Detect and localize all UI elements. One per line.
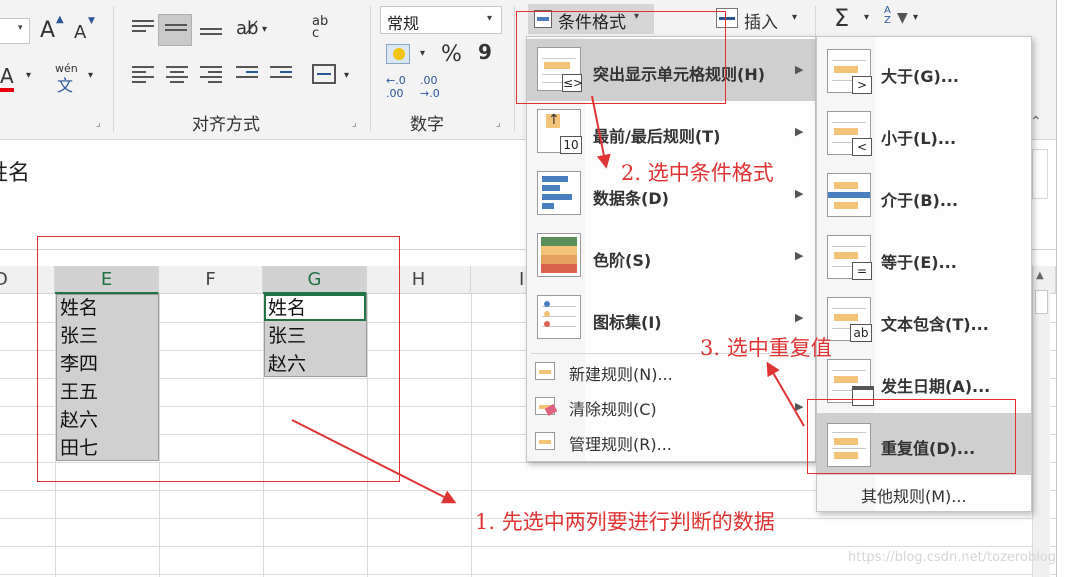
annotation-step-3: 3. 选中重复值 (700, 336, 832, 360)
annotation-arrow-2 (591, 95, 611, 169)
annotation-step-1: 1. 先选中两列要进行判断的数据 (475, 510, 775, 534)
annotation-arrow-3 (766, 361, 805, 427)
annotation-step-2: 2. 选中条件格式 (621, 161, 774, 185)
annotation-arrow-1 (291, 419, 457, 504)
annotation-arrows (291, 95, 805, 504)
watermark: https://blog.csdn.net/tozeroblog (848, 550, 1057, 565)
